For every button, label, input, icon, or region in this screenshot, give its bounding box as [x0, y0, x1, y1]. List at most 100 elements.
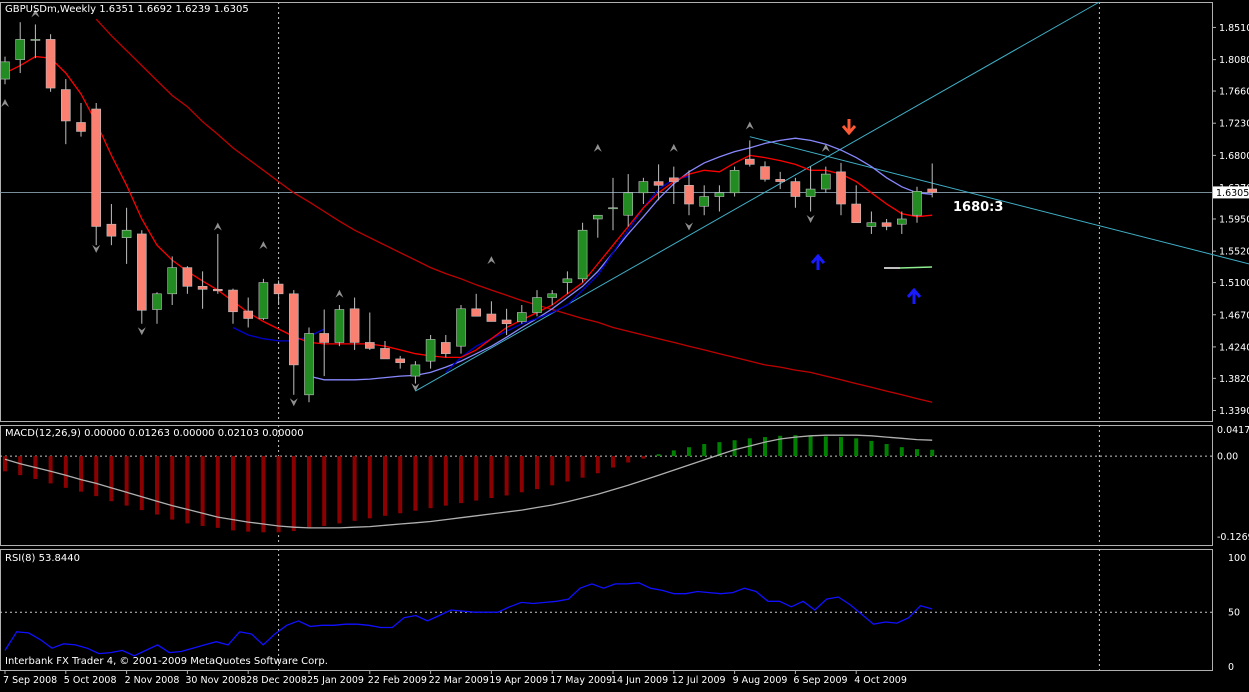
macd-bar	[79, 456, 83, 492]
macd-bar	[535, 456, 539, 489]
macd-bar	[550, 456, 554, 485]
macd-panel	[3, 435, 934, 532]
x-tick-label: 30 Nov 2008	[185, 675, 246, 686]
candle-bear	[502, 320, 511, 324]
rsi-tick-label: 100	[1228, 553, 1246, 564]
candle-bull	[821, 174, 830, 189]
fractal-marker	[411, 383, 419, 391]
macd-bar	[505, 456, 509, 495]
macd-bar	[824, 436, 828, 456]
candle-bull	[700, 197, 709, 207]
candle-bull	[411, 365, 420, 376]
copyright: Interbank FX Trader 4, © 2001-2009 MetaQ…	[5, 656, 328, 667]
y-tick-label: 1.6800	[1219, 151, 1249, 162]
macd-bar	[915, 449, 919, 456]
macd-bar	[49, 456, 53, 483]
macd-bar	[353, 456, 357, 521]
chart-canvas[interactable]: 1.85101.80801.76601.72301.68001.63701.59…	[0, 0, 1249, 688]
candle-bear	[61, 90, 70, 121]
candle-bull	[335, 310, 344, 343]
macd-bar	[170, 456, 174, 519]
macd-bar	[398, 456, 402, 513]
macd-bar	[109, 456, 113, 501]
candle-bull	[305, 333, 314, 394]
macd-bar	[292, 456, 296, 531]
candle-bear	[654, 182, 663, 186]
macd-tick-label: -0.12692	[1217, 532, 1249, 543]
candle-bull	[867, 223, 876, 227]
x-tick-label: 19 Apr 2009	[489, 675, 548, 686]
x-tick-label: 9 Aug 2009	[733, 675, 788, 686]
fractal-marker	[746, 121, 754, 129]
candle-bear	[472, 309, 481, 316]
fractal-marker	[259, 241, 267, 249]
macd-bar	[885, 444, 889, 456]
candle-bear	[289, 294, 298, 365]
macd-bar	[18, 456, 22, 475]
macd-bar	[337, 456, 341, 523]
macd-bar	[702, 444, 706, 456]
x-tick-label: 17 May 2009	[550, 675, 612, 686]
candle-bear	[882, 223, 891, 227]
chart-window[interactable]: 1.85101.80801.76601.72301.68001.63701.59…	[0, 0, 1249, 688]
candle-bear	[77, 122, 86, 131]
fractal-marker	[1, 99, 9, 107]
macd-bar	[125, 456, 129, 506]
rsi-tick-label: 0	[1228, 662, 1234, 673]
macd-bar	[307, 456, 311, 528]
x-tick-label: 2 Nov 2008	[125, 675, 180, 686]
macd-bar	[763, 437, 767, 456]
trendline-up	[415, 2, 1099, 391]
candle-bear	[396, 359, 405, 363]
candle-bear	[669, 178, 678, 182]
main-header: GBPUSDm,Weekly 1.6351 1.6692 1.6239 1.63…	[5, 4, 249, 15]
candle-bull	[31, 39, 40, 40]
candle-bear	[791, 182, 800, 197]
candle-bear	[198, 286, 207, 289]
y-tick-label: 1.5100	[1219, 278, 1249, 289]
y-tick-label: 1.3390	[1219, 406, 1249, 417]
candle-bull	[533, 298, 542, 313]
candle-bear	[46, 39, 55, 88]
macd-bar	[596, 456, 600, 473]
candle-bear	[229, 290, 238, 312]
candle-bull	[426, 339, 435, 361]
fractal-marker	[670, 144, 678, 152]
axes: 1.85101.80801.76601.72301.68001.63701.59…	[3, 23, 1249, 686]
candle-bull	[153, 294, 162, 310]
candle-bear	[213, 289, 222, 290]
y-tick-label: 1.3820	[1219, 374, 1249, 385]
candle-bull	[578, 230, 587, 279]
macd-tick-label: 0.04171	[1217, 425, 1249, 436]
rsi-line	[5, 583, 932, 656]
candle-bear	[244, 311, 253, 318]
fractal-marker	[92, 245, 100, 253]
macd-bar	[748, 438, 752, 456]
fractal-marker	[335, 290, 343, 298]
x-tick-label: 4 Oct 2009	[854, 675, 907, 686]
macd-bar	[459, 456, 463, 503]
macd-bar	[185, 456, 189, 523]
macd-bar	[869, 441, 873, 456]
ma-long-line	[96, 19, 932, 402]
y-tick-label: 1.4670	[1219, 310, 1249, 321]
x-tick-label: 7 Sep 2008	[3, 675, 57, 686]
y-tick-label: 1.8510	[1219, 23, 1249, 34]
fractal-marker	[487, 256, 495, 264]
fractal-marker	[138, 327, 146, 335]
fractal-marker	[290, 398, 298, 406]
macd-bar	[413, 456, 417, 511]
x-tick-label: 5 Oct 2008	[64, 675, 117, 686]
candle-bear	[852, 204, 861, 223]
candle-bear	[92, 109, 101, 226]
macd-bar	[657, 454, 661, 456]
x-tick-label: 6 Sep 2009	[793, 675, 847, 686]
macd-bar	[246, 456, 250, 532]
candle-bear	[320, 333, 329, 342]
candle-bear	[350, 309, 359, 343]
x-tick-label: 22 Mar 2009	[429, 675, 489, 686]
candle-bull	[593, 215, 602, 219]
macd-bar	[854, 438, 858, 456]
main-frame	[1, 3, 1213, 422]
macd-bar	[277, 456, 281, 532]
